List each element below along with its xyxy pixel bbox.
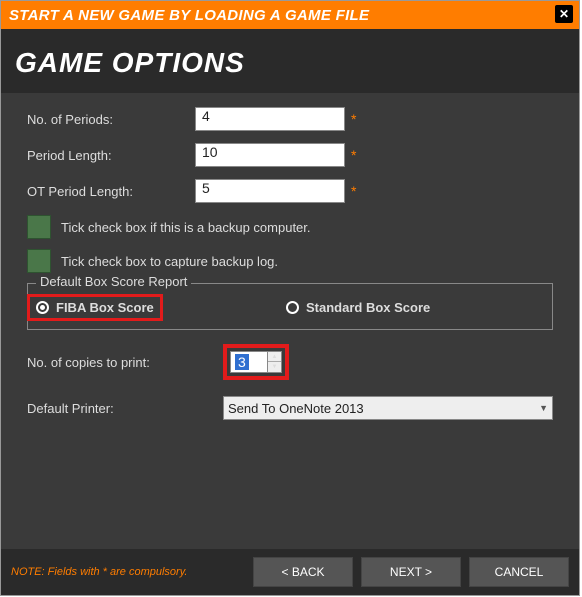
radio-row: FIBA Box Score Standard Box Score (36, 294, 544, 321)
capture-log-label: Tick check box to capture backup log. (61, 254, 278, 269)
radio-fiba[interactable]: FIBA Box Score (36, 294, 286, 321)
titlebar-title: START A NEW GAME BY LOADING A GAME FILE (9, 7, 369, 24)
row-periods: No. of Periods: 4 * (27, 107, 553, 131)
spinner-buttons: ▲ ▼ (268, 351, 282, 373)
box-score-fieldset: Default Box Score Report FIBA Box Score … (27, 283, 553, 330)
ot-length-value: 5 (202, 180, 210, 196)
radio-icon (286, 301, 299, 314)
next-button[interactable]: NEXT > (361, 557, 461, 587)
period-length-label: Period Length: (27, 148, 195, 163)
periods-label: No. of Periods: (27, 112, 195, 127)
spinner-up-button[interactable]: ▲ (268, 352, 281, 362)
ot-length-label: OT Period Length: (27, 184, 195, 199)
row-backup-checkbox: Tick check box if this is a backup compu… (27, 215, 553, 239)
period-length-value: 10 (202, 144, 218, 160)
close-icon: ✕ (559, 7, 569, 21)
dialog-window: START A NEW GAME BY LOADING A GAME FILE … (0, 0, 580, 596)
radio-fiba-label: FIBA Box Score (56, 300, 154, 315)
radio-icon (36, 301, 49, 314)
period-length-input[interactable]: 10 (195, 143, 345, 167)
ot-length-input[interactable]: 5 (195, 179, 345, 203)
form-area: No. of Periods: 4 * Period Length: 10 * … (1, 93, 579, 420)
required-asterisk: * (351, 147, 356, 163)
default-printer-select[interactable]: Send To OneNote 2013 ▼ (223, 396, 553, 420)
required-asterisk: * (351, 183, 356, 199)
box-score-legend: Default Box Score Report (36, 274, 191, 289)
back-button[interactable]: < BACK (253, 557, 353, 587)
footer: NOTE: Fields with * are compulsory. < BA… (1, 549, 579, 595)
capture-log-checkbox[interactable] (27, 249, 51, 273)
footnote: NOTE: Fields with * are compulsory. (11, 566, 245, 578)
backup-computer-label: Tick check box if this is a backup compu… (61, 220, 311, 235)
default-printer-label: Default Printer: (27, 401, 223, 416)
default-printer-value: Send To OneNote 2013 (228, 401, 364, 416)
radio-standard[interactable]: Standard Box Score (286, 300, 430, 315)
radio-standard-label: Standard Box Score (306, 300, 430, 315)
highlight-copies: 3 ▲ ▼ (223, 344, 289, 380)
copies-label: No. of copies to print: (27, 355, 223, 370)
row-capture-log-checkbox: Tick check box to capture backup log. (27, 249, 553, 273)
backup-computer-checkbox[interactable] (27, 215, 51, 239)
cancel-button[interactable]: CANCEL (469, 557, 569, 587)
page-title: GAME OPTIONS (15, 47, 565, 79)
row-copies: No. of copies to print: 3 ▲ ▼ (27, 344, 553, 380)
row-period-length: Period Length: 10 * (27, 143, 553, 167)
copies-value: 3 (235, 354, 249, 370)
close-button[interactable]: ✕ (555, 5, 573, 23)
radio-dot-icon (40, 305, 45, 310)
row-default-printer: Default Printer: Send To OneNote 2013 ▼ (27, 396, 553, 420)
periods-value: 4 (202, 108, 210, 124)
chevron-up-icon: ▲ (272, 354, 278, 360)
chevron-down-icon: ▼ (272, 364, 278, 370)
row-ot-length: OT Period Length: 5 * (27, 179, 553, 203)
header: GAME OPTIONS (1, 29, 579, 93)
highlight-fiba: FIBA Box Score (27, 294, 163, 321)
chevron-down-icon: ▼ (539, 403, 548, 413)
spinner-down-button[interactable]: ▼ (268, 362, 281, 372)
titlebar: START A NEW GAME BY LOADING A GAME FILE … (1, 1, 579, 29)
periods-input[interactable]: 4 (195, 107, 345, 131)
required-asterisk: * (351, 111, 356, 127)
copies-input[interactable]: 3 (230, 351, 268, 373)
